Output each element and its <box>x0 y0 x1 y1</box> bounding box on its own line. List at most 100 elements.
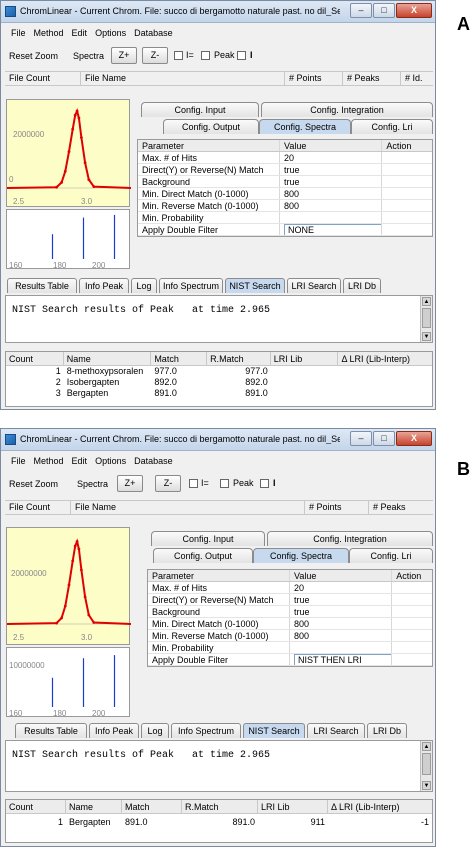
reset-zoom-button[interactable]: Reset Zoom <box>9 51 58 61</box>
tab-lri-search[interactable]: LRI Search <box>287 278 341 293</box>
filter-checkbox-1[interactable] <box>189 479 198 488</box>
col-lri-lib[interactable]: LRI Lib <box>258 800 328 813</box>
title-bar[interactable]: ChromLinear - Current Chrom. File: succo… <box>1 429 435 451</box>
col-value[interactable]: Value <box>290 570 393 581</box>
peak-checkbox[interactable] <box>220 479 229 488</box>
minimize-button[interactable]: – <box>350 3 372 18</box>
param-value[interactable]: true <box>280 176 383 187</box>
double-filter-dropdown[interactable]: NONE <box>284 224 382 235</box>
param-value[interactable]: true <box>280 164 383 175</box>
tab-lri-db[interactable]: LRI Db <box>343 278 381 293</box>
col-id[interactable]: # Id. <box>401 72 433 85</box>
param-value[interactable]: true <box>290 606 393 617</box>
reset-zoom-button[interactable]: Reset Zoom <box>9 479 58 489</box>
minimize-button[interactable]: – <box>350 431 372 446</box>
table-row[interactable]: 1 Bergapten 891.0 891.0 911 -1 <box>6 817 432 828</box>
tab-config-integration[interactable]: Config. Integration <box>261 102 433 117</box>
param-row[interactable]: Min. Probability <box>148 642 432 654</box>
param-row[interactable]: Apply Double Filter NONE <box>138 224 432 236</box>
scroll-thumb[interactable] <box>422 308 431 328</box>
tab-nist-search[interactable]: NIST Search <box>225 278 285 293</box>
param-row[interactable]: Background true <box>138 176 432 188</box>
param-value[interactable]: 20 <box>280 152 383 163</box>
param-row[interactable]: Max. # of Hits 20 <box>148 582 432 594</box>
tab-results-table[interactable]: Results Table <box>15 723 87 738</box>
tab-config-lri[interactable]: Config. Lri <box>351 119 433 134</box>
param-value[interactable]: 20 <box>290 582 393 593</box>
filter-checkbox-1[interactable] <box>174 51 183 60</box>
tab-log[interactable]: Log <box>141 723 169 738</box>
nist-message-area[interactable]: NIST Search results of Peak at time 2.96… <box>5 740 433 792</box>
param-value[interactable]: 800 <box>280 200 383 211</box>
tab-config-lri[interactable]: Config. Lri <box>349 548 433 563</box>
param-row[interactable]: Max. # of Hits 20 <box>138 152 432 164</box>
tab-results-table[interactable]: Results Table <box>7 278 77 293</box>
col-action[interactable]: Action <box>382 140 432 151</box>
tab-config-spectra[interactable]: Config. Spectra <box>253 548 349 563</box>
col-delta-lri[interactable]: Δ LRI (Lib-Interp) <box>328 800 432 813</box>
scroll-down-icon[interactable]: ▼ <box>422 332 431 341</box>
param-row[interactable]: Min. Reverse Match (0-1000) 800 <box>138 200 432 212</box>
param-row[interactable]: Min. Reverse Match (0-1000) 800 <box>148 630 432 642</box>
menu-options[interactable]: Options <box>95 453 126 469</box>
menu-options[interactable]: Options <box>95 25 126 41</box>
chromatogram-plot[interactable]: 20000000 2.5 3.0 <box>6 527 132 645</box>
zoom-in-button[interactable]: Z+ <box>117 475 143 492</box>
double-filter-dropdown[interactable]: NIST THEN LRI <box>293 654 392 665</box>
zoom-out-button[interactable]: Z- <box>142 47 168 64</box>
maximize-button[interactable]: □ <box>373 431 395 446</box>
zoom-in-button[interactable]: Z+ <box>111 47 137 64</box>
col-rmatch[interactable]: R.Match <box>207 352 271 365</box>
col-file-name[interactable]: File Name <box>81 72 285 85</box>
col-delta-lri[interactable]: Δ LRI (Lib-Interp) <box>338 352 432 365</box>
param-value[interactable]: true <box>290 594 393 605</box>
tab-info-spectrum[interactable]: Info Spectrum <box>171 723 241 738</box>
param-row[interactable]: Direct(Y) or Reverse(N) Match true <box>138 164 432 176</box>
message-scrollbar[interactable]: ▲ ▼ <box>420 296 432 342</box>
filter-checkbox-3[interactable] <box>237 51 246 60</box>
param-row[interactable]: Min. Probability <box>138 212 432 224</box>
param-value[interactable]: 800 <box>280 188 383 199</box>
param-value[interactable]: 800 <box>290 630 393 641</box>
mass-spectrum-plot[interactable]: 10000000 160 180 200 <box>6 647 130 718</box>
col-file-count[interactable]: File Count <box>5 501 71 514</box>
tab-info-peak[interactable]: Info Peak <box>89 723 139 738</box>
maximize-button[interactable]: □ <box>373 3 395 18</box>
col-lri-lib[interactable]: LRI Lib <box>271 352 339 365</box>
table-row[interactable]: 1 8-methoxypsoralen 977.0 977.0 <box>6 366 432 377</box>
tab-nist-search[interactable]: NIST Search <box>243 723 305 738</box>
col-count[interactable]: Count <box>6 800 66 813</box>
col-file-name[interactable]: File Name <box>71 501 305 514</box>
menu-edit[interactable]: Edit <box>72 25 88 41</box>
mass-spectrum-plot[interactable]: 160 180 200 <box>6 209 130 270</box>
nist-message-area[interactable]: NIST Search results of Peak at time 2.96… <box>5 295 433 343</box>
tab-config-input[interactable]: Config. Input <box>141 102 259 117</box>
message-scrollbar[interactable]: ▲ ▼ <box>420 741 432 791</box>
filter-checkbox-3[interactable] <box>260 479 269 488</box>
scroll-up-icon[interactable]: ▲ <box>422 742 431 751</box>
tab-info-peak[interactable]: Info Peak <box>79 278 129 293</box>
col-match[interactable]: Match <box>122 800 182 813</box>
menu-edit[interactable]: Edit <box>72 453 88 469</box>
param-row[interactable]: Min. Direct Match (0-1000) 800 <box>138 188 432 200</box>
tab-info-spectrum[interactable]: Info Spectrum <box>159 278 223 293</box>
menu-method[interactable]: Method <box>34 25 64 41</box>
zoom-out-button[interactable]: Z- <box>155 475 181 492</box>
col-file-count[interactable]: File Count <box>5 72 81 85</box>
col-parameter[interactable]: Parameter <box>148 570 290 581</box>
menu-database[interactable]: Database <box>134 453 173 469</box>
menu-database[interactable]: Database <box>134 25 173 41</box>
table-row[interactable]: 3 Bergapten 891.0 891.0 <box>6 388 432 399</box>
tab-config-output[interactable]: Config. Output <box>153 548 253 563</box>
close-button[interactable]: X <box>396 3 432 18</box>
chromatogram-plot[interactable]: 2000000 0 2.5 3.0 <box>6 99 132 207</box>
tab-config-output[interactable]: Config. Output <box>163 119 259 134</box>
scroll-down-icon[interactable]: ▼ <box>422 781 431 790</box>
param-row[interactable]: Apply Double Filter NIST THEN LRI <box>148 654 432 666</box>
col-peaks[interactable]: # Peaks <box>343 72 401 85</box>
col-points[interactable]: # Points <box>285 72 343 85</box>
scroll-thumb[interactable] <box>422 753 431 775</box>
param-value[interactable] <box>290 642 393 653</box>
close-button[interactable]: X <box>396 431 432 446</box>
col-points[interactable]: # Points <box>305 501 369 514</box>
